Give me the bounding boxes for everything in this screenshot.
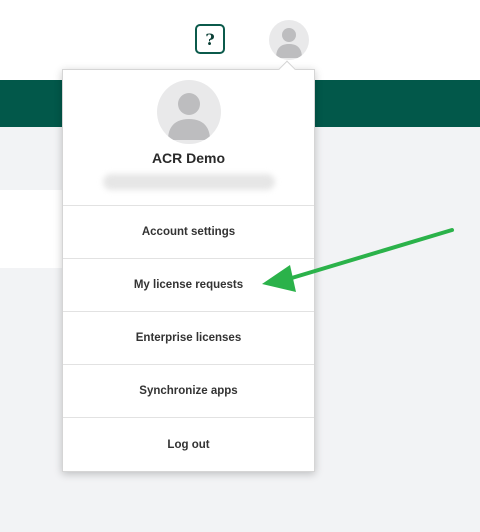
annotation-arrow xyxy=(262,228,454,292)
arrow-shaft xyxy=(283,228,454,282)
arrow-head xyxy=(262,265,296,292)
